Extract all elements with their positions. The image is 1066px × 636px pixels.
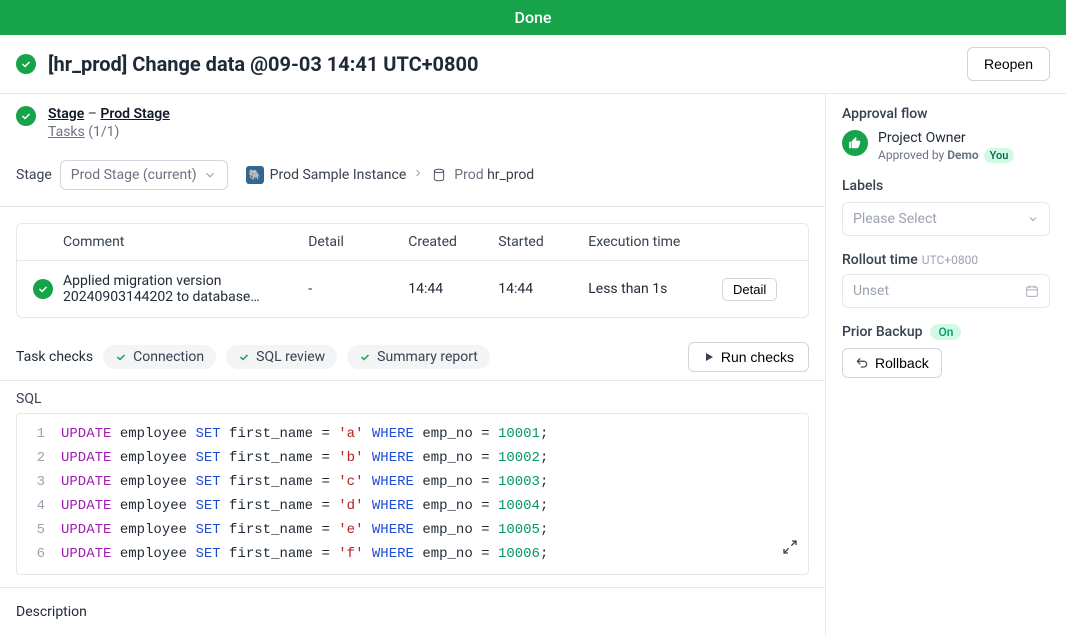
check-connection[interactable]: Connection bbox=[103, 345, 216, 369]
tasks-count: (1/1) bbox=[88, 124, 119, 140]
code-line: 6UPDATE employee SET first_name = 'f' WH… bbox=[17, 542, 808, 566]
rollout-tz: UTC+0800 bbox=[922, 253, 978, 267]
chevron-down-icon bbox=[203, 168, 217, 182]
breadcrumb-instance[interactable]: Prod Sample Instance bbox=[270, 167, 407, 183]
breadcrumb: 🐘 Prod Sample Instance Prod hr_prod bbox=[246, 166, 535, 184]
description-label: Description bbox=[16, 604, 809, 620]
table-row: Applied migration version 20240903144202… bbox=[17, 261, 808, 317]
prior-backup-badge: On bbox=[930, 324, 961, 340]
approval-role: Project Owner bbox=[878, 130, 1014, 146]
row-created: 14:44 bbox=[408, 281, 498, 297]
rollout-date-input[interactable]: Unset bbox=[842, 274, 1050, 308]
rollback-button[interactable]: Rollback bbox=[842, 348, 942, 378]
col-created: Created bbox=[408, 234, 498, 250]
stage-dropdown[interactable]: Prod Stage (current) bbox=[60, 160, 228, 190]
code-line: 3UPDATE employee SET first_name = 'c' WH… bbox=[17, 470, 808, 494]
breadcrumb-db[interactable]: Prod hr_prod bbox=[454, 167, 534, 183]
stage-selector-row: Stage Prod Stage (current) 🐘 Prod Sample… bbox=[0, 152, 825, 207]
tasks-link[interactable]: Tasks bbox=[48, 124, 85, 140]
dash: – bbox=[84, 106, 100, 122]
col-comment: Comment bbox=[63, 234, 308, 250]
code-line: 5UPDATE employee SET first_name = 'e' WH… bbox=[17, 518, 808, 542]
prior-backup-heading: Prior Backup bbox=[842, 324, 922, 340]
code-line: 1UPDATE employee SET first_name = 'a' WH… bbox=[17, 422, 808, 446]
detail-button[interactable]: Detail bbox=[722, 278, 777, 301]
reopen-button[interactable]: Reopen bbox=[967, 47, 1050, 81]
rollout-heading: Rollout time bbox=[842, 252, 918, 268]
approved-by-text: Approved by bbox=[878, 148, 947, 162]
chevron-right-icon bbox=[412, 167, 424, 179]
you-badge: You bbox=[984, 148, 1015, 163]
row-detail-val: - bbox=[308, 281, 408, 297]
undo-icon bbox=[855, 356, 869, 370]
rollout-placeholder: Unset bbox=[853, 283, 889, 299]
page-title: [hr_prod] Change data @09-03 14:41 UTC+0… bbox=[48, 52, 478, 76]
row-comment: Applied migration version 20240903144202… bbox=[63, 273, 308, 305]
col-started: Started bbox=[498, 234, 588, 250]
status-check-icon bbox=[16, 54, 36, 74]
labels-heading: Labels bbox=[842, 178, 1050, 194]
col-exec: Execution time bbox=[588, 234, 722, 250]
stage-check-icon bbox=[16, 106, 36, 126]
labels-select[interactable]: Please Select bbox=[842, 202, 1050, 236]
database-icon bbox=[430, 166, 448, 184]
page-header: [hr_prod] Change data @09-03 14:41 UTC+0… bbox=[0, 35, 1066, 94]
task-checks-row: Task checks Connection SQL review Summar… bbox=[0, 334, 825, 381]
stage-summary: Stage – Prod Stage Tasks (1/1) bbox=[0, 94, 825, 152]
approval-heading: Approval flow bbox=[842, 106, 1050, 122]
code-line: 4UPDATE employee SET first_name = 'd' WH… bbox=[17, 494, 808, 518]
thumbs-up-icon bbox=[842, 130, 868, 156]
approved-by-user: Demo bbox=[947, 148, 978, 162]
sql-editor[interactable]: 1UPDATE employee SET first_name = 'a' WH… bbox=[16, 413, 809, 575]
stage-label: Stage bbox=[16, 167, 52, 183]
code-line: 2UPDATE employee SET first_name = 'b' WH… bbox=[17, 446, 808, 470]
stage-name-link[interactable]: Prod Stage bbox=[100, 106, 169, 122]
expand-icon[interactable] bbox=[782, 539, 798, 564]
status-banner: Done bbox=[0, 0, 1066, 35]
col-detail: Detail bbox=[308, 234, 408, 250]
stage-dropdown-value: Prod Stage (current) bbox=[71, 167, 197, 183]
postgres-icon: 🐘 bbox=[246, 166, 264, 184]
play-icon bbox=[703, 351, 715, 363]
row-check-icon bbox=[33, 279, 53, 299]
task-checks-label: Task checks bbox=[16, 349, 93, 365]
row-exec: Less than 1s bbox=[588, 281, 722, 297]
run-checks-button[interactable]: Run checks bbox=[688, 342, 809, 372]
task-table: Comment Detail Created Started Execution… bbox=[16, 223, 809, 318]
check-summary-report[interactable]: Summary report bbox=[347, 345, 490, 369]
check-sql-review[interactable]: SQL review bbox=[226, 345, 337, 369]
chevron-down-icon bbox=[1027, 213, 1039, 225]
stage-link[interactable]: Stage bbox=[48, 106, 84, 122]
row-started: 14:44 bbox=[498, 281, 588, 297]
calendar-icon bbox=[1025, 284, 1039, 298]
sql-label: SQL bbox=[16, 391, 809, 407]
labels-placeholder: Please Select bbox=[853, 211, 937, 227]
